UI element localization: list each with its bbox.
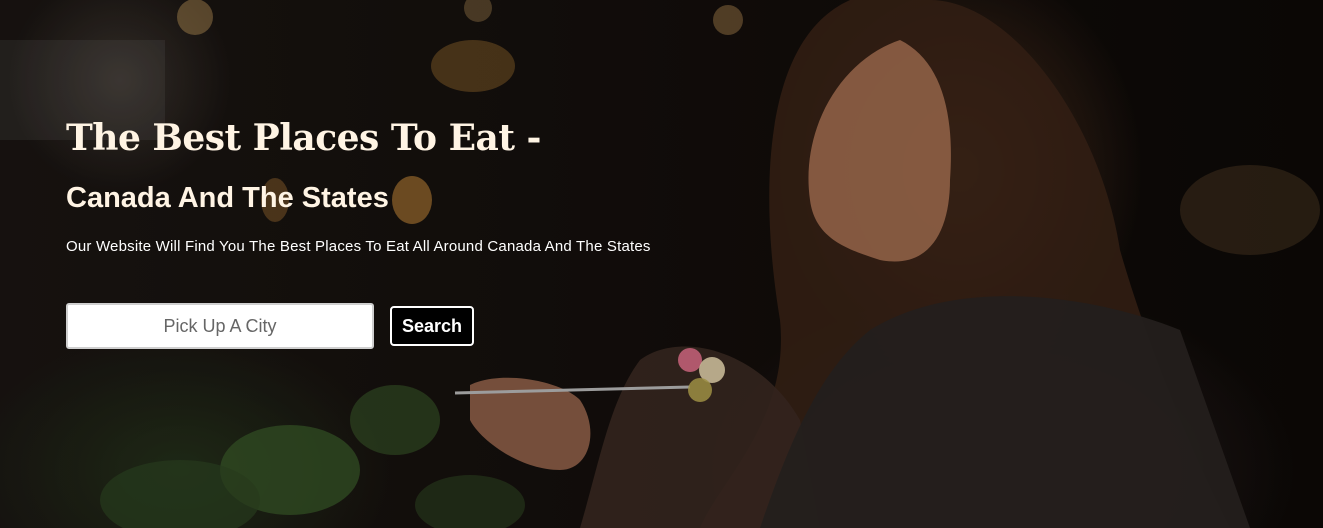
hero-overlay — [0, 0, 1323, 528]
city-search-input[interactable] — [66, 303, 374, 349]
page-title: The Best Places To Eat - — [66, 117, 541, 159]
page-subtitle: Canada And The States — [66, 182, 389, 214]
hero-section: The Best Places To Eat - Canada And The … — [0, 0, 1323, 528]
hero-tagline: Our Website Will Find You The Best Place… — [66, 238, 651, 255]
city-search-form: Search — [66, 303, 474, 349]
hero-content: The Best Places To Eat - Canada And The … — [66, 112, 766, 258]
search-button[interactable]: Search — [390, 306, 474, 346]
